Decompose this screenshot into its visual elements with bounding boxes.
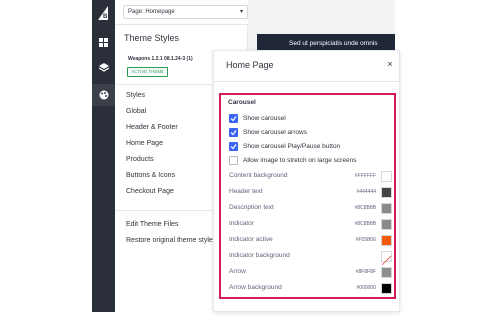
color-hex: #8C8B8B — [354, 205, 376, 211]
sidebar-item-header-footer[interactable]: Header & Footer — [126, 124, 178, 131]
modal-header: Home Page × — [214, 51, 399, 82]
transparent-swatch[interactable] — [381, 251, 392, 266]
indicator-background-color-row: Indicator background — [229, 251, 392, 266]
edit-theme-files-link[interactable]: Edit Theme Files — [126, 221, 178, 228]
checkbox-label: Show carousel — [243, 114, 286, 122]
sidebar-item-home-page[interactable]: Home Page — [126, 140, 163, 147]
stretch-image-option[interactable]: Allow image to stretch on large screens — [229, 155, 356, 165]
restore-theme-styles-link[interactable]: Restore original theme styles — [126, 237, 216, 244]
theme-name: Weapons 1.2.1 08.1.24-3 (1) — [128, 56, 193, 62]
check-icon — [230, 129, 237, 135]
color-hex: #000000 — [356, 285, 376, 291]
check-icon — [230, 143, 237, 149]
color-label: Header text — [229, 188, 263, 195]
color-hex: #F55B06 — [355, 237, 376, 243]
color-label: Indicator active — [229, 236, 273, 243]
palette-icon[interactable] — [92, 84, 115, 106]
sidebar-item-checkout-page[interactable]: Checkout Page — [126, 188, 174, 195]
modal-title: Home Page — [226, 60, 274, 70]
checkbox[interactable] — [229, 113, 238, 123]
chevron-down-icon: ▾ — [239, 9, 243, 15]
arrow-color-row: Arrow #8F8F8F — [229, 267, 392, 279]
color-label: Content background — [229, 172, 288, 179]
color-label: Indicator — [229, 220, 254, 227]
page-select-value: Page: Homepage — [128, 9, 175, 15]
color-swatch[interactable] — [381, 203, 392, 214]
page-select[interactable]: Page: Homepage ▾ — [123, 5, 248, 19]
carousel-section: Carousel Show carousel Show carousel arr… — [219, 93, 396, 299]
color-label: Arrow background — [229, 284, 282, 291]
indicator-active-color-row: Indicator active #F55B06 — [229, 235, 392, 247]
svg-text:B: B — [103, 14, 108, 20]
header-text-color-row: Header text #444444 — [229, 187, 392, 199]
show-play-pause-option[interactable]: Show carousel Play/Pause button — [229, 141, 340, 151]
description-text-color-row: Description text #8C8B8B — [229, 203, 392, 215]
checkbox-label: Show carousel Play/Pause button — [243, 142, 341, 150]
color-hex: #444444 — [356, 189, 376, 195]
show-carousel-arrows-option[interactable]: Show carousel arrows — [229, 127, 307, 137]
checkbox-label: Show carousel arrows — [243, 128, 307, 136]
indicator-color-row: Indicator #8C8B8B — [229, 219, 392, 231]
color-swatch[interactable] — [381, 171, 392, 182]
sidebar-title: Theme Styles — [124, 33, 180, 43]
checkbox[interactable] — [229, 141, 238, 151]
layers-icon[interactable] — [92, 57, 115, 79]
color-swatch[interactable] — [381, 283, 392, 294]
section-title: Carousel — [228, 99, 256, 106]
active-theme-badge: ACTIVE THEME — [127, 67, 169, 77]
color-hex: #8F8F8F — [355, 269, 376, 275]
color-swatch[interactable] — [381, 267, 392, 278]
color-swatch[interactable] — [381, 235, 392, 246]
checkbox[interactable] — [229, 155, 238, 165]
color-hex: #FFFFFF — [354, 173, 376, 179]
sidebar-item-products[interactable]: Products — [126, 156, 154, 163]
color-label: Arrow — [229, 268, 246, 275]
close-icon[interactable]: × — [385, 59, 395, 69]
home-page-modal: Home Page × Carousel Show carousel Show … — [213, 50, 400, 312]
color-swatch[interactable] — [381, 219, 392, 230]
sidebar-item-styles[interactable]: Styles — [126, 92, 145, 99]
arrow-background-color-row: Arrow background #000000 — [229, 283, 392, 295]
grid-icon[interactable] — [92, 31, 115, 53]
color-label: Indicator background — [229, 252, 290, 259]
sidebar-item-global[interactable]: Global — [126, 108, 146, 115]
bigcommerce-logo-icon[interactable]: B — [92, 2, 115, 24]
checkbox[interactable] — [229, 127, 238, 137]
color-swatch[interactable] — [381, 187, 392, 198]
icon-rail: B — [92, 0, 115, 312]
color-label: Description text — [229, 204, 274, 211]
color-hex: #8C8B8B — [354, 221, 376, 227]
check-icon — [230, 115, 237, 121]
show-carousel-option[interactable]: Show carousel — [229, 113, 286, 123]
checkbox-label: Allow image to stretch on large screens — [243, 156, 357, 164]
sidebar-item-buttons-icons[interactable]: Buttons & Icons — [126, 172, 175, 179]
content-background-color-row: Content background #FFFFFF — [229, 171, 392, 183]
